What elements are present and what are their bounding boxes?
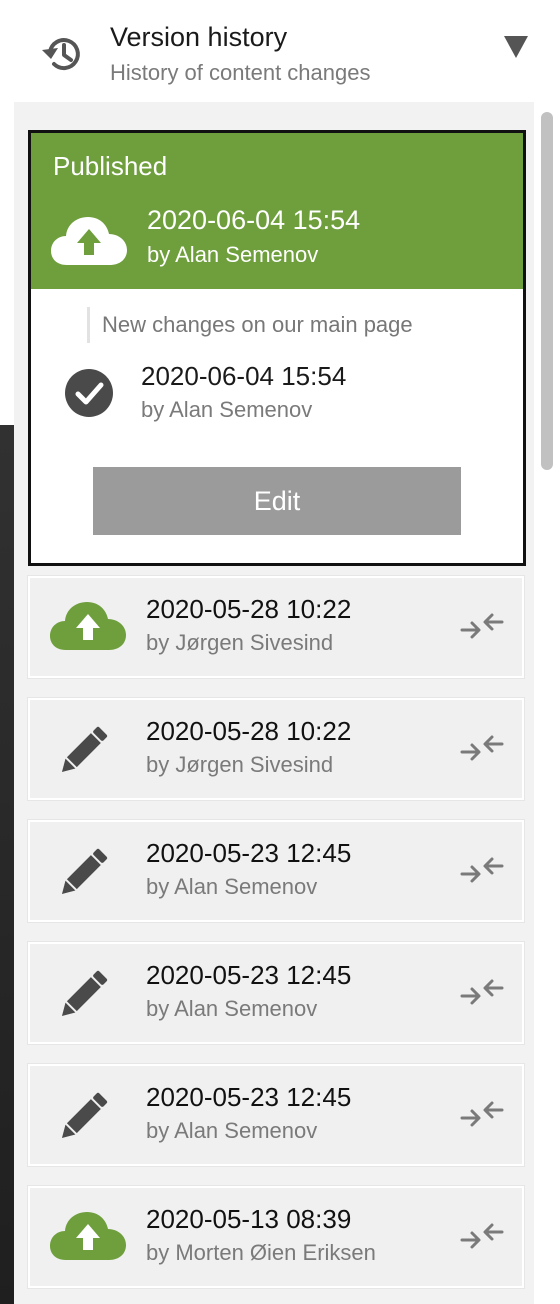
version-author: by Alan Semenov bbox=[141, 397, 313, 422]
version-item[interactable]: 2020-05-23 12:45 by Alan Semenov bbox=[28, 942, 524, 1044]
status-label: Published bbox=[53, 151, 168, 181]
compare-arrows-icon[interactable] bbox=[460, 734, 504, 762]
pencil-icon bbox=[61, 848, 108, 895]
panel-title: Version history bbox=[110, 22, 288, 52]
compare-arrows-icon[interactable] bbox=[460, 1100, 504, 1128]
version-date: 2020-05-23 12:45 bbox=[146, 838, 352, 868]
panel-subtitle: History of content changes bbox=[110, 60, 371, 85]
panel-header[interactable]: Version history History of content chang… bbox=[14, 6, 560, 102]
version-author: by Alan Semenov bbox=[146, 996, 318, 1021]
triangle-down-icon[interactable] bbox=[504, 36, 528, 58]
version-date: 2020-05-23 12:45 bbox=[146, 1082, 352, 1112]
pencil-icon bbox=[61, 1092, 108, 1139]
cloud-upload-icon bbox=[50, 602, 126, 650]
version-date: 2020-06-04 15:54 bbox=[141, 361, 347, 391]
version-history-panel: Version history History of content chang… bbox=[14, 6, 560, 1304]
version-date: 2020-05-13 08:39 bbox=[146, 1204, 352, 1234]
scrollbar[interactable] bbox=[534, 102, 560, 1304]
edit-button[interactable]: Edit bbox=[93, 467, 461, 535]
pencil-icon bbox=[61, 970, 108, 1017]
version-author: by Jørgen Sivesind bbox=[146, 752, 334, 777]
version-author: by Morten Øien Eriksen bbox=[146, 1240, 376, 1265]
selected-version-header: Published 2020-06-04 15:54 by Alan Semen… bbox=[31, 133, 523, 289]
version-author: by Jørgen Sivesind bbox=[146, 630, 334, 655]
cloud-upload-icon bbox=[50, 1212, 126, 1260]
pencil-icon bbox=[61, 726, 108, 773]
version-item[interactable]: 2020-05-13 08:39 by Morten Øien Eriksen bbox=[28, 1186, 524, 1288]
version-author: by Alan Semenov bbox=[146, 1118, 318, 1143]
scrollbar-thumb[interactable] bbox=[541, 112, 553, 470]
compare-arrows-icon[interactable] bbox=[460, 1222, 504, 1250]
version-date: 2020-05-28 10:22 bbox=[146, 716, 352, 746]
compare-arrows-icon[interactable] bbox=[460, 612, 504, 640]
version-date: 2020-06-04 15:54 bbox=[147, 205, 361, 235]
version-item[interactable]: 2020-05-23 12:45 by Alan Semenov bbox=[28, 820, 524, 922]
version-author: by Alan Semenov bbox=[147, 242, 319, 267]
history-clock-icon bbox=[42, 38, 80, 71]
check-circle-icon bbox=[65, 369, 113, 417]
version-date: 2020-05-28 10:22 bbox=[146, 594, 352, 624]
version-item[interactable]: 2020-05-23 12:45 by Alan Semenov bbox=[28, 1064, 524, 1166]
version-item[interactable]: 2020-05-28 10:22 by Jørgen Sivesind bbox=[28, 698, 524, 800]
compare-arrows-icon[interactable] bbox=[460, 856, 504, 884]
cloud-upload-icon bbox=[51, 217, 127, 265]
compare-arrows-icon[interactable] bbox=[460, 978, 504, 1006]
version-date: 2020-05-23 12:45 bbox=[146, 960, 352, 990]
selected-version-card[interactable]: Published 2020-06-04 15:54 by Alan Semen… bbox=[28, 130, 526, 566]
version-message: New changes on our main page bbox=[87, 307, 413, 343]
version-item[interactable]: 2020-05-28 10:22 by Jørgen Sivesind bbox=[28, 576, 524, 678]
version-list[interactable]: Published 2020-06-04 15:54 by Alan Semen… bbox=[14, 102, 560, 1304]
selected-version-details: New changes on our main page 2020-06-04 … bbox=[31, 289, 523, 563]
version-author: by Alan Semenov bbox=[146, 874, 318, 899]
